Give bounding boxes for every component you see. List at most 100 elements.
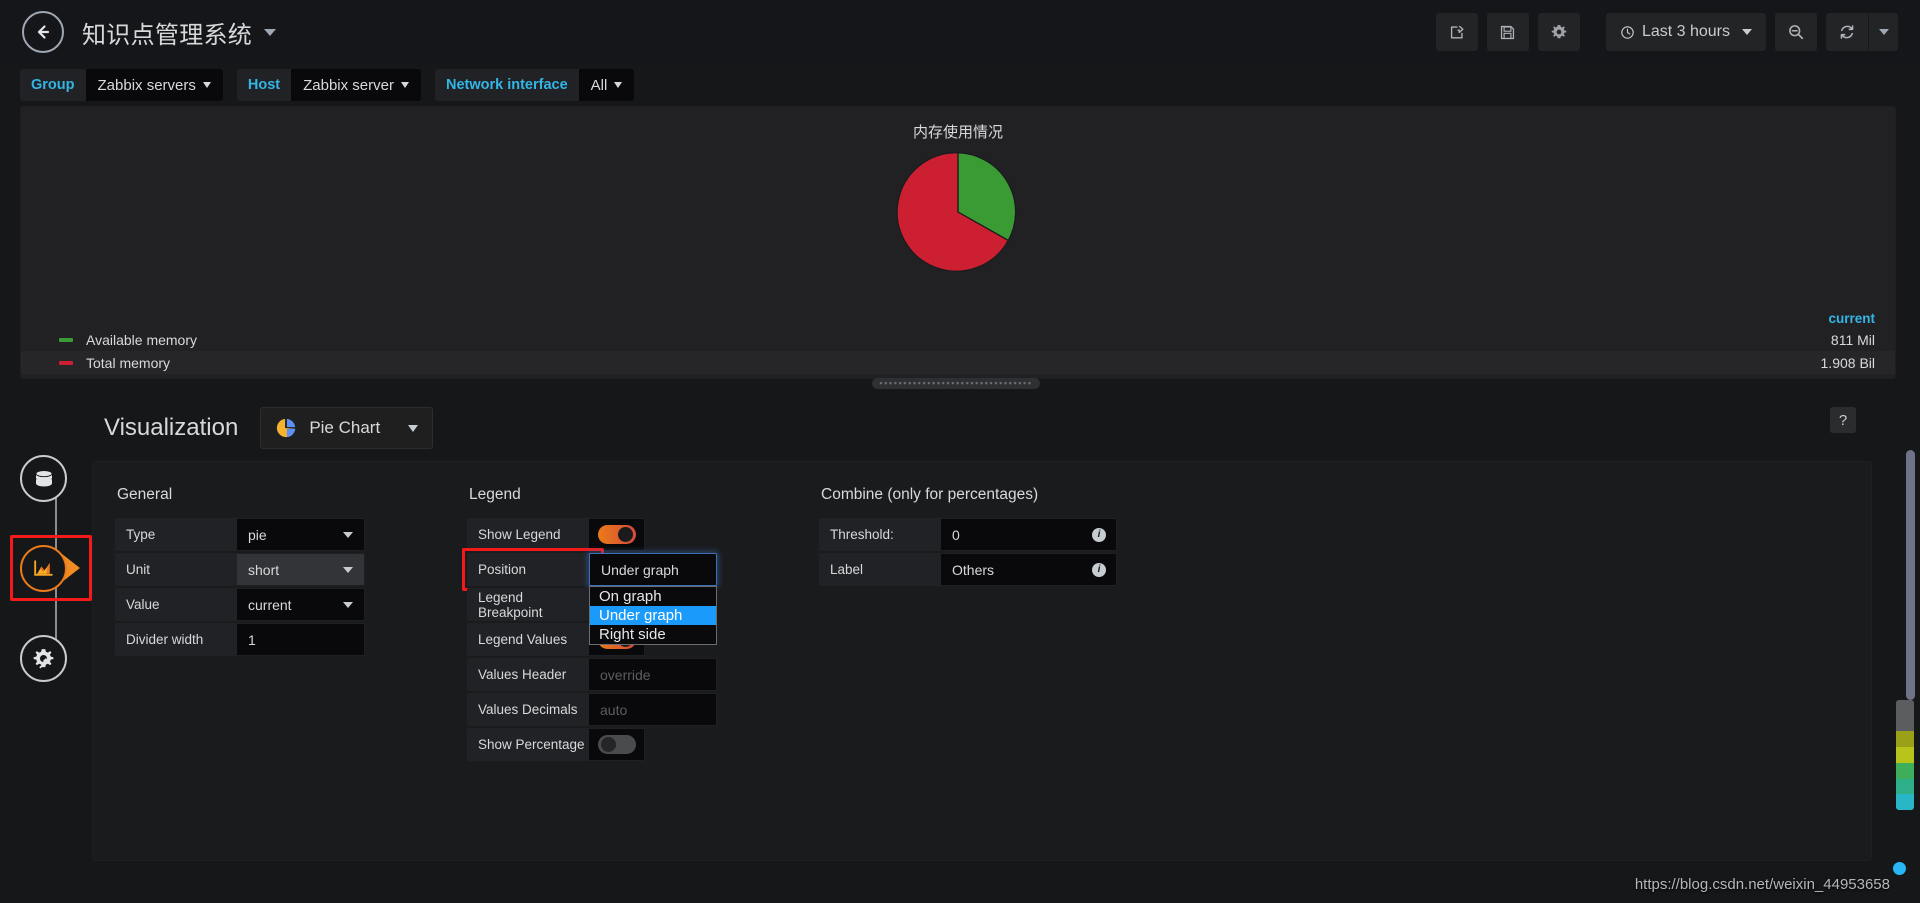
option-row-show-legend: Show Legend xyxy=(467,518,819,551)
refresh-interval-dropdown-button[interactable] xyxy=(1868,13,1898,51)
editor-tab-rail xyxy=(10,455,92,685)
chevron-down-icon xyxy=(614,82,623,88)
variable-group-value: Zabbix servers xyxy=(97,76,196,94)
time-range-picker[interactable]: Last 3 hours xyxy=(1605,13,1766,51)
option-value-type: pie xyxy=(248,526,267,543)
color-swatch xyxy=(1896,700,1914,716)
option-label-threshold: Threshold: xyxy=(819,518,941,551)
chevron-down-icon xyxy=(343,566,353,573)
option-toggle-cell-show-legend xyxy=(589,518,645,551)
threshold-info-icon[interactable]: i xyxy=(1092,527,1106,542)
option-select-type[interactable]: pie xyxy=(237,518,365,551)
option-input-values-header[interactable]: override xyxy=(589,658,717,691)
chevron-down-icon xyxy=(400,82,409,88)
gear-icon xyxy=(1551,24,1567,39)
option-select-value[interactable]: current xyxy=(237,588,365,621)
editor-vertical-scrollbar[interactable] xyxy=(1906,450,1915,700)
panel-help-button[interactable]: ? xyxy=(1830,407,1856,433)
pie-chart-icon xyxy=(277,418,296,438)
option-select-position[interactable]: Under graph xyxy=(589,553,717,586)
legend-color-swatch[interactable] xyxy=(59,360,73,365)
visualization-type-label: Pie Chart xyxy=(309,418,381,437)
variable-host-value: Zabbix server xyxy=(303,76,394,94)
option-row-threshold: Threshold: 0 i xyxy=(819,518,1179,551)
legend-item-total-memory[interactable]: Total memory 1.908 Bil xyxy=(21,351,1895,374)
panel-resize-handle[interactable]: ▪▪▪▪▪▪▪▪▪▪▪▪▪▪▪▪▪▪▪▪▪▪▪▪▪▪▪▪▪▪▪▪ xyxy=(872,378,1040,389)
option-select-unit[interactable]: short xyxy=(237,553,365,586)
legend-series-value: 811 Mil xyxy=(1830,331,1875,348)
legend-series-name[interactable]: Total memory xyxy=(86,355,170,371)
database-icon xyxy=(35,469,52,486)
visualization-type-picker[interactable]: Pie Chart xyxy=(260,407,434,449)
color-scale-strip xyxy=(1896,700,1914,810)
show-percentage-toggle[interactable] xyxy=(597,735,636,754)
option-label-value: Value xyxy=(115,588,237,621)
option-label-legend-values: Legend Values xyxy=(467,623,589,656)
variable-network-interface-select[interactable]: All xyxy=(578,69,635,101)
grafana-panel-editor: 知识点管理系统 Last 3 hours Group Zabbix server… xyxy=(0,0,1920,903)
dropdown-option-under-graph[interactable]: Under graph xyxy=(590,606,716,625)
variable-host-label: Host xyxy=(236,69,292,101)
color-swatch xyxy=(1896,747,1914,763)
variable-host-select[interactable]: Zabbix server xyxy=(291,69,421,101)
option-label-label: Label xyxy=(819,553,941,586)
dropdown-option-on-graph[interactable]: On graph xyxy=(590,587,716,606)
top-navbar: 知识点管理系统 Last 3 hours xyxy=(0,0,1920,64)
show-legend-toggle[interactable] xyxy=(597,525,636,544)
legend-color-swatch[interactable] xyxy=(59,337,73,342)
section-legend: Legend Show Legend Position Under graph xyxy=(462,486,819,763)
option-label-type: Type xyxy=(115,518,237,551)
time-range-chevron-down-icon xyxy=(1742,29,1752,35)
save-dashboard-button[interactable] xyxy=(1486,13,1529,51)
gear-wrench-icon xyxy=(33,649,54,669)
color-swatch xyxy=(1896,731,1914,748)
section-combine-title: Combine (only for percentages) xyxy=(821,486,1039,503)
variable-network-interface: Network interface All xyxy=(434,69,635,101)
graph-panel: 内存使用情况 current Available memory 811 Mil … xyxy=(20,106,1896,471)
dashboard-settings-button[interactable] xyxy=(1537,13,1580,51)
label-info-icon[interactable]: i xyxy=(1092,562,1106,577)
arrow-left-icon xyxy=(37,25,50,39)
share-dashboard-button[interactable] xyxy=(1435,13,1478,51)
panel-legend: current Available memory 811 Mil Total m… xyxy=(21,311,1895,378)
csdn-logo-dot xyxy=(1893,862,1906,875)
color-swatch xyxy=(1896,778,1914,795)
variable-group-select[interactable]: Zabbix servers xyxy=(85,69,223,101)
navbar-actions: Last 3 hours xyxy=(1427,13,1920,51)
option-input-values-decimals[interactable]: auto xyxy=(589,693,717,726)
variable-network-interface-label: Network interface xyxy=(434,69,579,101)
option-label-show-legend: Show Legend xyxy=(467,518,589,551)
option-input-threshold[interactable]: 0 i xyxy=(941,518,1117,551)
general-settings-tab[interactable] xyxy=(20,635,67,682)
option-row-values-decimals: Values Decimals auto xyxy=(467,693,819,726)
dashboard-title-chevron-down-icon[interactable] xyxy=(264,28,277,36)
option-row-type: Type pie xyxy=(115,518,467,551)
toggle-knob xyxy=(600,737,616,752)
refresh-control-group xyxy=(1826,13,1898,51)
chevron-down-icon xyxy=(343,531,353,538)
toggle-knob xyxy=(617,527,633,542)
option-row-show-percentage: Show Percentage xyxy=(467,728,819,761)
legend-item-available-memory[interactable]: Available memory 811 Mil xyxy=(21,328,1895,351)
zoom-out-button[interactable] xyxy=(1775,13,1817,51)
visualization-tab[interactable] xyxy=(20,545,67,592)
queries-tab[interactable] xyxy=(20,455,67,502)
option-input-label[interactable]: Others i xyxy=(941,553,1117,586)
clock-icon xyxy=(1621,25,1634,39)
watermark-url: https://blog.csdn.net/weixin_44953658 xyxy=(1634,876,1890,893)
legend-current-header[interactable]: current xyxy=(1828,311,1875,326)
color-swatch xyxy=(1896,794,1914,810)
refresh-button[interactable] xyxy=(1826,13,1868,51)
dashboard-title[interactable]: 知识点管理系统 xyxy=(82,15,252,50)
variable-host: Host Zabbix server xyxy=(236,69,421,101)
option-input-divider-width[interactable]: 1 xyxy=(237,623,365,656)
legend-series-name[interactable]: Available memory xyxy=(86,332,197,348)
visualization-chevron-down-icon xyxy=(408,424,419,432)
back-button[interactable] xyxy=(22,11,64,53)
variable-group: Group Zabbix servers xyxy=(20,69,223,101)
dropdown-option-right-side[interactable]: Right side xyxy=(590,625,716,644)
option-value-unit: short xyxy=(248,561,280,578)
option-label-legend-breakpoint: Legend Breakpoint xyxy=(467,588,589,621)
panel-title[interactable]: 内存使用情况 xyxy=(21,107,1895,142)
section-general: General Type pie Unit short Value curren… xyxy=(115,486,467,763)
